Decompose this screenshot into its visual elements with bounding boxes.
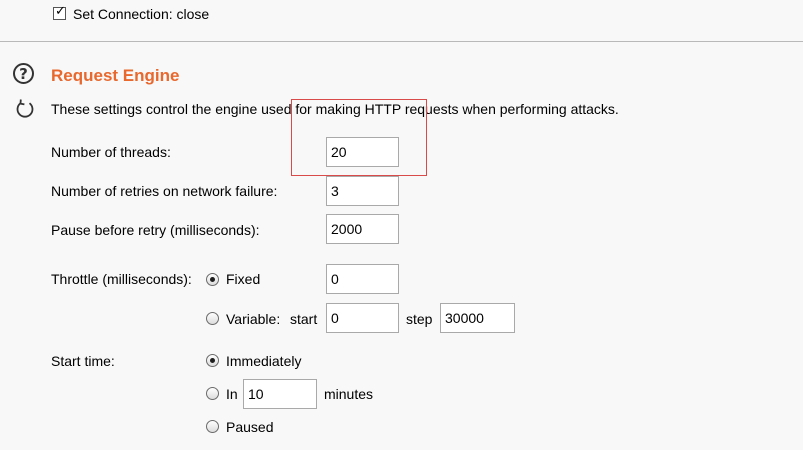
retries-input[interactable] [326,176,399,206]
throttle-step-label: step [406,311,433,327]
start-in-minutes-input[interactable] [243,379,317,409]
start-immediately-radio[interactable] [206,354,219,367]
start-in-label: In [226,386,238,402]
checkmark-icon: ✓ [55,4,66,19]
retries-label: Number of retries on network failure: [51,183,278,199]
throttle-start-input[interactable] [326,303,399,333]
help-icon[interactable]: ? [13,63,34,84]
start-paused-label: Paused [226,419,274,435]
pause-input[interactable] [326,214,399,244]
throttle-start-label: start [290,311,318,327]
pause-label: Pause before retry (milliseconds): [51,222,260,238]
throttle-fixed-radio[interactable] [206,273,219,286]
throttle-fixed-input[interactable] [326,264,399,294]
throttle-variable-label: Variable: [226,311,281,327]
start-immediately-label: Immediately [226,353,302,369]
start-paused-radio[interactable] [206,420,219,433]
start-in-unit-label: minutes [324,386,374,402]
section-divider [0,41,803,42]
highlight-annotation-box [291,99,427,176]
set-connection-close-checkbox[interactable]: ✓ [53,4,66,20]
throttle-step-input[interactable] [440,303,515,333]
section-title: Request Engine [51,66,180,85]
start-time-label: Start time: [51,353,115,369]
threads-label: Number of threads: [51,144,171,160]
set-connection-close-label: Set Connection: close [73,6,210,22]
throttle-label: Throttle (milliseconds): [51,271,192,287]
throttle-variable-radio[interactable] [206,312,219,325]
refresh-icon[interactable] [14,98,36,120]
throttle-fixed-label: Fixed [226,271,261,287]
start-in-radio[interactable] [206,387,219,400]
